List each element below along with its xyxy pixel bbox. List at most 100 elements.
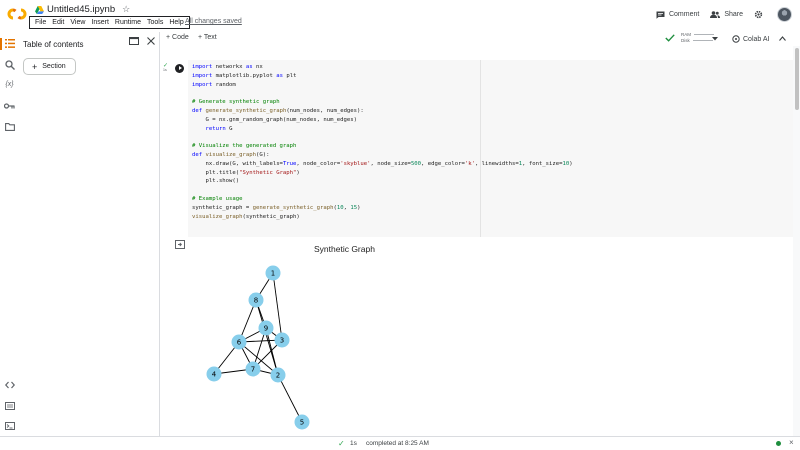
plus-icon: +: [32, 61, 38, 72]
graph-node-label: 6: [237, 338, 242, 346]
resource-monitor[interactable]: RAM Disk: [681, 32, 714, 44]
menu-view[interactable]: View: [67, 19, 88, 26]
active-indicator: [0, 38, 2, 50]
code-line: visualize_graph(synthetic_graph): [192, 213, 300, 220]
section-button-label: Section: [42, 63, 66, 70]
chart-title: Synthetic Graph: [314, 244, 375, 254]
toc-title: Table of contents: [23, 40, 84, 49]
terminal-icon[interactable]: [4, 420, 15, 431]
comment-button[interactable]: Comment: [656, 11, 699, 19]
graph-node-3: 3: [274, 332, 290, 348]
add-code-button[interactable]: + Code: [166, 34, 189, 41]
graph-node-label: 1: [271, 269, 275, 277]
colab-ai-label: Colab AI: [743, 35, 770, 43]
graph-node-2: 2: [270, 367, 286, 383]
status-bar: ✓ 1s completed at 8:25 AM ×: [0, 436, 800, 450]
gear-icon: [754, 10, 763, 19]
menu-insert[interactable]: Insert: [88, 19, 112, 26]
code-line: plt.title("Synthetic Graph"): [192, 169, 300, 176]
comment-icon: [656, 11, 665, 19]
search-icon[interactable]: [4, 59, 15, 70]
menu-help[interactable]: Help: [166, 19, 186, 26]
variables-icon[interactable]: {x}: [4, 79, 15, 90]
comment-label: Comment: [668, 11, 700, 18]
graph-node-label: 5: [300, 418, 304, 426]
disk-label: Disk: [681, 38, 690, 43]
code-line: def generate_synthetic_graph(num_nodes, …: [192, 107, 364, 114]
notebook-title[interactable]: Untitled45.ipynb: [47, 4, 115, 15]
graph-node-6: 6: [231, 334, 247, 350]
graph-node-8: 8: [248, 292, 264, 308]
add-section-button[interactable]: + Section: [23, 58, 76, 75]
code-line: import matplotlib.pyplot as plt: [192, 72, 297, 79]
folder-icon[interactable]: [4, 121, 15, 132]
header-actions: Comment Share: [645, 7, 792, 22]
user-avatar[interactable]: [777, 7, 792, 22]
code-line: return G: [205, 125, 233, 132]
code-line: import networkx as nx: [192, 64, 263, 70]
add-text-button[interactable]: + Text: [198, 34, 217, 41]
sidebar-rail: {x}: [0, 32, 18, 436]
close-icon[interactable]: [147, 37, 155, 45]
cell-exec-time: 1s: [163, 68, 167, 72]
graph-node-label: 8: [254, 296, 258, 304]
chevron-up-icon[interactable]: [779, 36, 786, 41]
secrets-key-icon[interactable]: [4, 100, 15, 111]
star-icon[interactable]: ☆: [122, 4, 130, 15]
menu-file[interactable]: File: [32, 19, 49, 26]
settings-button[interactable]: [754, 10, 767, 19]
close-status-icon[interactable]: ×: [789, 438, 794, 447]
colab-logo-icon[interactable]: [6, 7, 28, 21]
graph-node-7: 7: [245, 361, 261, 377]
share-button[interactable]: Share: [710, 11, 743, 18]
graph-node-5: 5: [294, 414, 310, 430]
toc-icon[interactable]: [4, 38, 15, 49]
code-line: def visualize_graph(G):: [192, 151, 270, 158]
code-text[interactable]: import networkx as nx import matplotlib.p…: [192, 63, 573, 221]
menu-tools[interactable]: Tools: [144, 19, 166, 26]
graph-node-9: 9: [258, 320, 274, 336]
code-line: G = nx.gnm_random_graph(num_nodes, num_e…: [192, 116, 358, 123]
connection-status-icon: [776, 441, 781, 446]
share-people-icon: [710, 11, 721, 18]
code-line: # Generate synthetic graph: [192, 99, 280, 106]
code-line: nx.draw(G, with_labels=True, node_color=…: [192, 160, 573, 167]
graph-node-label: 7: [251, 365, 255, 373]
graph-plot: 1 8 9 3 6 7 2 4 5: [206, 265, 310, 430]
graph-node-label: 4: [212, 370, 217, 378]
colab-ai-button[interactable]: Colab AI: [732, 35, 769, 43]
scrollbar-thumb[interactable]: [795, 48, 799, 110]
header: Untitled45.ipynb ☆ File Edit View Insert…: [0, 0, 800, 32]
toc-panel-controls: [129, 37, 155, 45]
graph-node-4: 4: [206, 366, 222, 382]
graph-node-label: 3: [280, 336, 284, 344]
disk-bar: [692, 40, 713, 42]
menu-edit[interactable]: Edit: [49, 19, 67, 26]
menu-runtime[interactable]: Runtime: [112, 19, 144, 26]
open-in-tab-icon[interactable]: [129, 37, 139, 45]
code-snippets-icon[interactable]: [4, 379, 15, 390]
graph-edge-2-5: [277, 374, 303, 423]
colab-window: Untitled45.ipynb ☆ File Edit View Insert…: [0, 0, 800, 450]
code-line: import random: [192, 81, 236, 88]
graph-node-label: 2: [276, 371, 280, 379]
code-line: plt.show(): [192, 178, 240, 185]
graph-node-1: 1: [265, 265, 281, 281]
code-line: # Visualize the generated graph: [192, 143, 297, 150]
graph-node-label: 9: [264, 324, 268, 332]
status-text: completed at 8:25 AM: [366, 440, 429, 447]
menu-bar: File Edit View Insert Runtime Tools Help: [29, 16, 190, 29]
status-check-icon: ✓: [338, 439, 345, 448]
run-cell-button[interactable]: [175, 64, 184, 73]
toc-panel: Table of contents + Section: [18, 32, 160, 436]
output-actions-icon[interactable]: [175, 240, 185, 249]
drive-icon[interactable]: [35, 5, 44, 14]
command-palette-icon[interactable]: [4, 400, 15, 411]
colab-ai-icon: [732, 35, 740, 43]
status-duration: 1s: [350, 440, 357, 447]
code-line: # Example usage: [192, 195, 243, 202]
save-status-link[interactable]: All changes saved: [185, 18, 242, 25]
